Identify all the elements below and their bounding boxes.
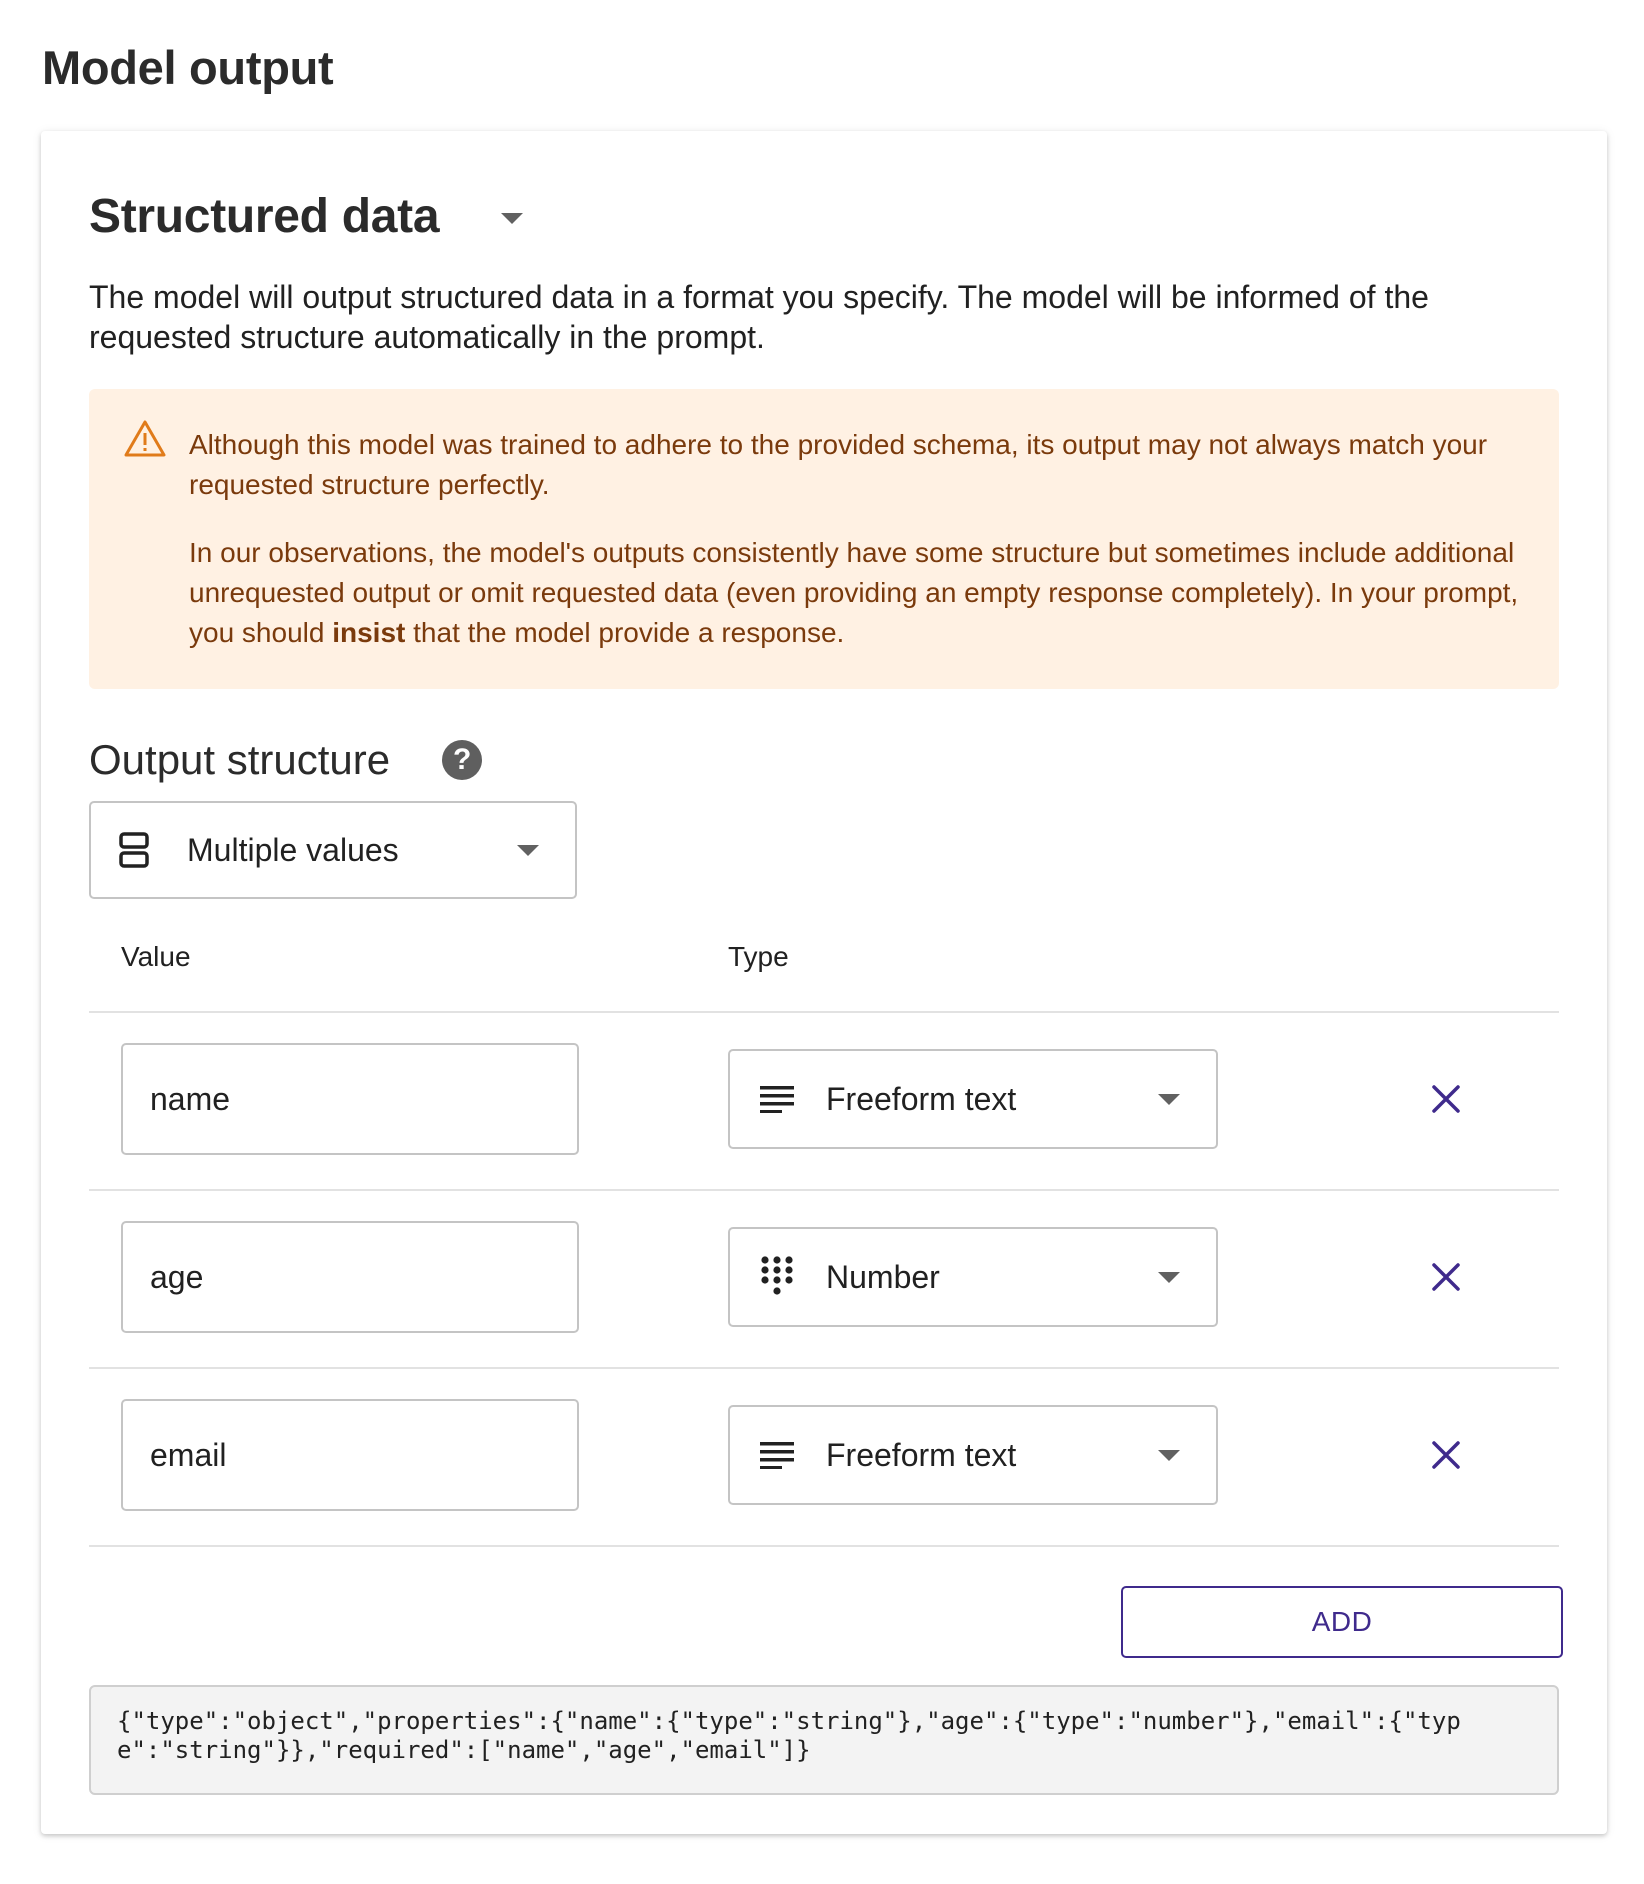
warning-triangle-icon: [124, 420, 166, 457]
output-structure-title: Output structure: [89, 736, 391, 783]
close-icon: [1432, 1085, 1460, 1113]
section-description: The model will output structured data in…: [89, 279, 1429, 355]
chevron-down-icon: [1158, 1272, 1180, 1283]
remove-row-button[interactable]: [1418, 1249, 1474, 1305]
warning-text: Although this model was trained to adher…: [189, 425, 1529, 653]
chevron-down-icon: [1158, 1450, 1180, 1461]
table-divider: [89, 1545, 1559, 1547]
column-header-type: Type: [728, 941, 789, 972]
warning-banner: Although this model was trained to adher…: [89, 389, 1559, 689]
table-divider: [89, 1367, 1559, 1369]
warning-paragraph-1: Although this model was trained to adher…: [189, 429, 1488, 500]
caret-down-icon: [501, 213, 524, 224]
close-icon: [1432, 1263, 1460, 1291]
column-header-value: Value: [121, 941, 191, 972]
value-input-age[interactable]: age: [121, 1221, 579, 1333]
text-lines-icon: [760, 1442, 794, 1469]
type-select-name[interactable]: Freeform text: [728, 1049, 1218, 1149]
warning-text-part: that the model provide a response.: [405, 617, 845, 648]
text-lines-icon: [760, 1086, 794, 1113]
table-divider: [89, 1189, 1559, 1191]
value-input-email[interactable]: email: [121, 1399, 579, 1511]
json-schema-preview: {"type":"object","properties":{"name":{"…: [89, 1685, 1559, 1795]
remove-row-button[interactable]: [1418, 1071, 1474, 1127]
table-divider: [89, 1011, 1559, 1013]
type-select-value: Number: [826, 1258, 940, 1295]
help-icon[interactable]: ?: [442, 740, 483, 780]
chevron-down-icon: [517, 845, 539, 856]
page-title: Model output: [42, 41, 334, 94]
close-icon: [1432, 1441, 1460, 1469]
output-mode-selector[interactable]: Structured data: [89, 189, 524, 244]
type-select-email[interactable]: Freeform text: [728, 1405, 1218, 1505]
output-structure-value: Multiple values: [187, 831, 399, 868]
add-value-button[interactable]: ADD: [1121, 1586, 1563, 1658]
output-structure-select[interactable]: Multiple values: [89, 801, 577, 899]
stacked-boxes-icon: [119, 832, 149, 868]
type-select-value: Freeform text: [826, 1080, 1017, 1117]
type-select-age[interactable]: Number: [728, 1227, 1218, 1327]
output-structure-label: Output structure ?: [89, 736, 483, 784]
section-title: Structured data: [89, 190, 440, 243]
model-output-card: Structured data The model will output st…: [41, 131, 1607, 1834]
warning-paragraph-2: In our observations, the model's outputs…: [189, 533, 1529, 653]
warning-emphasis: insist: [332, 617, 406, 648]
type-select-value: Freeform text: [826, 1436, 1017, 1473]
dial-pad-icon: [761, 1256, 793, 1295]
remove-row-button[interactable]: [1418, 1427, 1474, 1483]
chevron-down-icon: [1158, 1094, 1180, 1105]
value-input-name[interactable]: name: [121, 1043, 579, 1155]
